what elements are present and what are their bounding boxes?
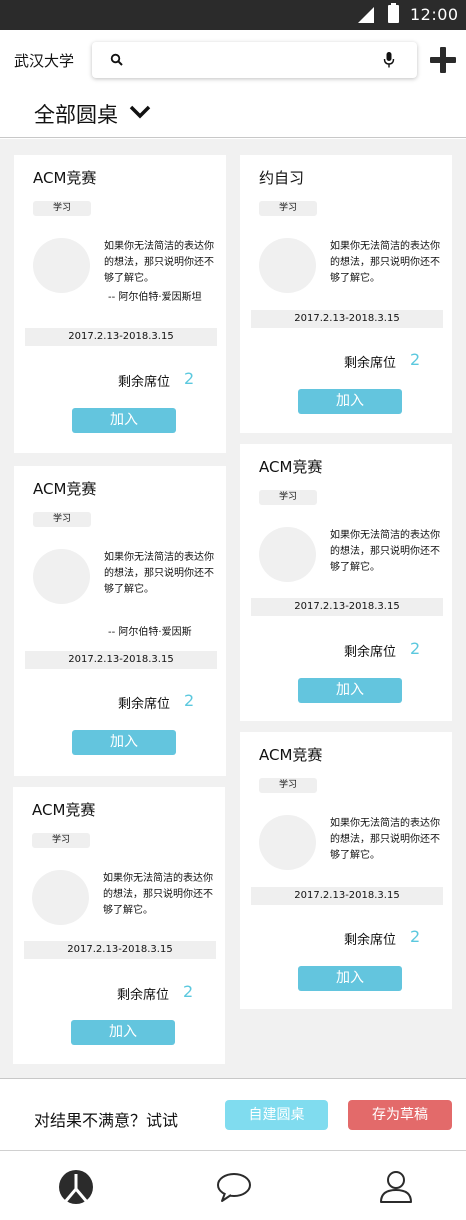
filter-bar[interactable]: 全部圆桌 [0, 88, 466, 138]
plus-icon[interactable] [430, 47, 456, 73]
card-title: ACM竞赛 [259, 746, 323, 764]
school-selector[interactable]: 武汉大学 [14, 50, 74, 71]
seats-label: 剩余席位 [118, 697, 171, 712]
card-quote: 如果你无法简洁的表达你的想法，那只说明你还不够了解它。 [330, 241, 440, 284]
card-title: ACM竞赛 [33, 169, 97, 187]
card-date: 2017.2.13-2018.3.15 [251, 598, 443, 616]
card-quote: 如果你无法简洁的表达你的想法，那只说明你还不够了解它。 [104, 552, 214, 595]
search-box[interactable] [92, 42, 417, 78]
microphone-icon[interactable] [382, 51, 396, 69]
roundtable-card[interactable]: ACM竞赛 学习 如果你无法简洁的表达你的想法，那只说明你还不够了解它。 201… [13, 787, 225, 1064]
seats-count: 2 [410, 927, 421, 946]
join-button[interactable]: 加入 [72, 730, 176, 755]
save-draft-button[interactable]: 存为草稿 [348, 1100, 452, 1130]
seats-label: 剩余席位 [118, 375, 171, 390]
card-quote: 如果你无法简洁的表达你的想法，那只说明你还不够了解它。 [104, 241, 214, 284]
card-date: 2017.2.13-2018.3.15 [25, 651, 217, 669]
card-tag: 学习 [32, 833, 90, 848]
prompt-text: 对结果不满意？试试 [34, 1111, 179, 1130]
search-icon [110, 53, 123, 66]
chevron-down-icon[interactable] [128, 104, 152, 120]
seats-count: 2 [410, 350, 421, 369]
top-bar: 武汉大学 [0, 30, 466, 88]
card-title: ACM竞赛 [33, 480, 97, 498]
avatar [259, 527, 316, 582]
seats-label: 剩余席位 [344, 356, 397, 371]
join-button[interactable]: 加入 [71, 1020, 175, 1045]
roundtable-card[interactable]: 约自习 学习 如果你无法简洁的表达你的想法，那只说明你还不够了解它。 2017.… [240, 155, 452, 433]
avatar [32, 870, 89, 925]
card-author: -- 阿尔伯特·爱因斯 [108, 627, 192, 638]
roundtable-feed[interactable]: ACM竞赛 学习 如果你无法简洁的表达你的想法，那只说明你还不够了解它。 -- … [0, 139, 466, 1078]
profile-icon[interactable] [376, 1167, 416, 1207]
card-date: 2017.2.13-2018.3.15 [251, 887, 443, 905]
card-tag: 学习 [259, 778, 317, 793]
card-tag: 学习 [259, 490, 317, 505]
seats-count: 2 [183, 982, 194, 1001]
seats-label: 剩余席位 [117, 988, 170, 1003]
roundtable-card[interactable]: ACM竞赛 学习 如果你无法简洁的表达你的想法，那只说明你还不够了解它。 201… [240, 732, 452, 1009]
join-button[interactable]: 加入 [298, 678, 402, 703]
seats-count: 2 [410, 639, 421, 658]
card-quote: 如果你无法简洁的表达你的想法，那只说明你还不够了解它。 [103, 873, 213, 916]
card-author: -- 阿尔伯特·爱因斯坦 [108, 292, 202, 303]
card-title: 约自习 [259, 169, 305, 187]
roundtable-card[interactable]: ACM竞赛 学习 如果你无法简洁的表达你的想法，那只说明你还不够了解它。 201… [240, 444, 452, 721]
avatar [259, 815, 316, 870]
status-bar: 12:00 [0, 0, 466, 30]
status-time: 12:00 [410, 5, 459, 24]
join-button[interactable]: 加入 [72, 408, 176, 433]
signal-icon [358, 7, 374, 23]
join-button[interactable]: 加入 [298, 389, 402, 414]
tab-bar [0, 1150, 466, 1220]
card-title: ACM竞赛 [259, 458, 323, 476]
battery-icon [388, 3, 399, 23]
card-date: 2017.2.13-2018.3.15 [25, 328, 217, 346]
roundtable-card[interactable]: ACM竞赛 学习 如果你无法简洁的表达你的想法，那只说明你还不够了解它。 -- … [14, 155, 226, 453]
card-tag: 学习 [259, 201, 317, 216]
avatar [33, 549, 90, 604]
card-tag: 学习 [33, 512, 91, 527]
seats-label: 剩余席位 [344, 645, 397, 660]
card-title: ACM竞赛 [32, 801, 96, 819]
card-date: 2017.2.13-2018.3.15 [251, 310, 443, 328]
seats-count: 2 [184, 369, 195, 388]
roundtable-card[interactable]: ACM竞赛 学习 如果你无法简洁的表达你的想法，那只说明你还不够了解它。 -- … [14, 466, 226, 776]
roundtable-icon[interactable] [56, 1167, 96, 1207]
card-quote: 如果你无法简洁的表达你的想法，那只说明你还不够了解它。 [330, 818, 440, 861]
filter-label: 全部圆桌 [34, 103, 118, 127]
chat-bubble-icon[interactable] [214, 1167, 254, 1207]
card-date: 2017.2.13-2018.3.15 [24, 941, 216, 959]
seats-label: 剩余席位 [344, 933, 397, 948]
action-bar: 对结果不满意？试试 自建圆桌 存为草稿 [0, 1078, 466, 1150]
card-tag: 学习 [33, 201, 91, 216]
create-roundtable-button[interactable]: 自建圆桌 [225, 1100, 328, 1130]
card-quote: 如果你无法简洁的表达你的想法，那只说明你还不够了解它。 [330, 530, 440, 573]
avatar [33, 238, 90, 293]
avatar [259, 238, 316, 293]
search-input[interactable] [134, 48, 364, 72]
seats-count: 2 [184, 691, 195, 710]
join-button[interactable]: 加入 [298, 966, 402, 991]
